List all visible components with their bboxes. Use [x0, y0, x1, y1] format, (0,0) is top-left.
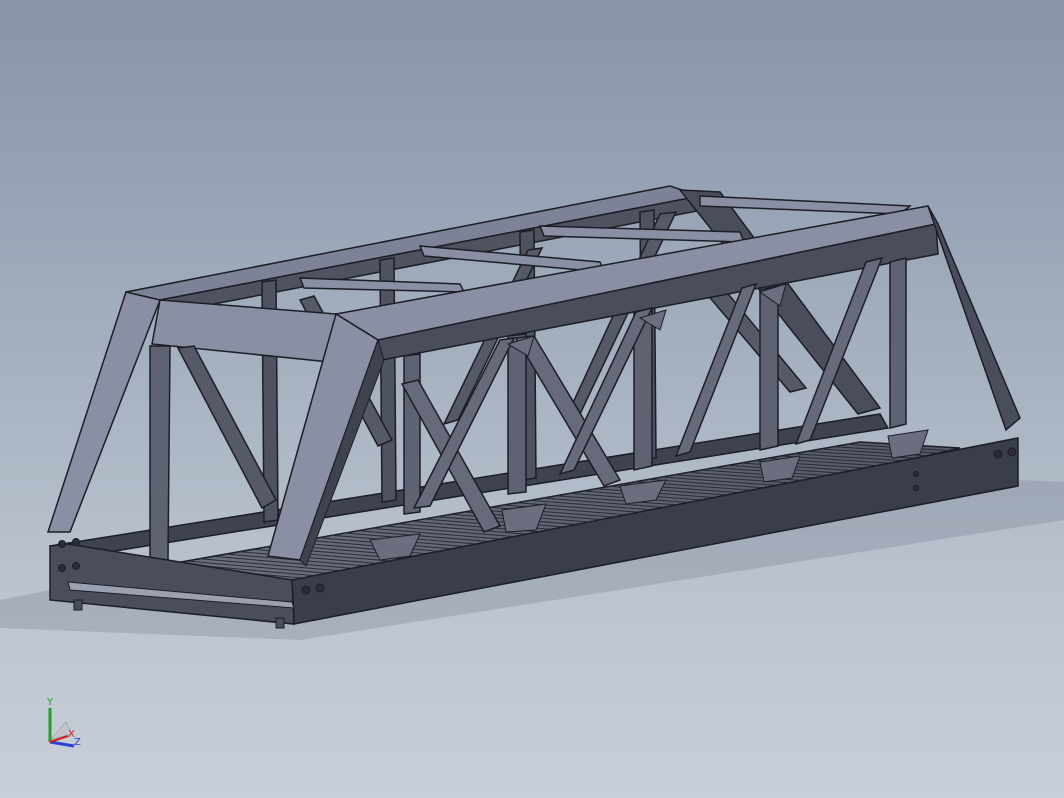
- graphics-viewport[interactable]: Y X Z: [0, 0, 1064, 798]
- reference-triad: Y X Z: [36, 696, 96, 756]
- y-axis-label: Y: [47, 697, 54, 708]
- triad-axes-icon: [48, 708, 75, 748]
- z-axis-label: Z: [74, 737, 81, 748]
- near-right-end-post: [927, 205, 1021, 432]
- z-axis-line: [49, 740, 75, 748]
- bridge-model-3d[interactable]: [0, 0, 1064, 798]
